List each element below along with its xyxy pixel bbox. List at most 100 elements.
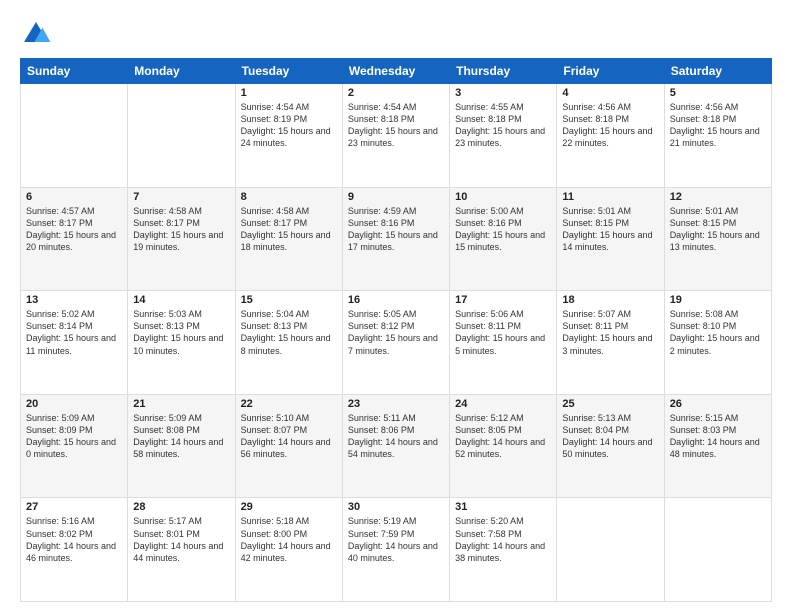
calendar-week-row: 1Sunrise: 4:54 AM Sunset: 8:19 PM Daylig…	[21, 84, 772, 188]
day-number: 20	[26, 398, 122, 410]
day-number: 13	[26, 294, 122, 306]
calendar-table: SundayMondayTuesdayWednesdayThursdayFrid…	[20, 58, 772, 602]
calendar-cell: 11Sunrise: 5:01 AM Sunset: 8:15 PM Dayli…	[557, 187, 664, 291]
cell-info: Sunrise: 5:10 AM Sunset: 8:07 PM Dayligh…	[241, 412, 337, 461]
cell-info: Sunrise: 5:17 AM Sunset: 8:01 PM Dayligh…	[133, 515, 229, 564]
day-number: 17	[455, 294, 551, 306]
cell-info: Sunrise: 4:58 AM Sunset: 8:17 PM Dayligh…	[133, 205, 229, 254]
cell-info: Sunrise: 5:08 AM Sunset: 8:10 PM Dayligh…	[670, 308, 766, 357]
cell-info: Sunrise: 5:18 AM Sunset: 8:00 PM Dayligh…	[241, 515, 337, 564]
cell-info: Sunrise: 4:59 AM Sunset: 8:16 PM Dayligh…	[348, 205, 444, 254]
calendar-cell: 14 Sunrise: 5:03 AM Sunset: 8:13 PM Dayli…	[128, 291, 235, 395]
cell-info: Sunrise: 4:57 AM Sunset: 8:17 PM Dayligh…	[26, 205, 122, 254]
calendar-week-row: 6 Sunrise: 4:57 AM Sunset: 8:17 PM Daylig…	[21, 187, 772, 291]
calendar-cell: 2 Sunrise: 4:54 AM Sunset: 8:18 PM Daylig…	[342, 84, 449, 188]
cell-info: Sunrise: 5:04 AM Sunset: 8:13 PM Dayligh…	[241, 308, 337, 357]
calendar-cell: 12 Sunrise: 5:01 AM Sunset: 8:15 PM Dayli…	[664, 187, 771, 291]
cell-info: Sunrise: 5:05 AM Sunset: 8:12 PM Dayligh…	[348, 308, 444, 357]
calendar-cell: 10 Sunrise: 5:00 AM Sunset: 8:16 PM Dayli…	[450, 187, 557, 291]
cell-info: Sunrise: 5:09 AM Sunset: 8:08 PM Dayligh…	[133, 412, 229, 461]
cell-info: Sunrise: 5:00 AM Sunset: 8:16 PM Dayligh…	[455, 205, 551, 254]
weekday-header-tuesday: Tuesday	[235, 59, 342, 84]
day-number: 18	[562, 294, 658, 306]
day-number: 16	[348, 294, 444, 306]
day-number: 31	[455, 501, 551, 513]
calendar-cell: 20 Sunrise: 5:09 AM Sunset: 8:09 PM Dayli…	[21, 394, 128, 498]
day-number: 15	[241, 294, 337, 306]
cell-info: Sunrise: 4:56 AM Sunset: 8:18 PM Dayligh…	[562, 101, 658, 150]
cell-info: Sunrise: 5:06 AM Sunset: 8:11 PM Dayligh…	[455, 308, 551, 357]
calendar-cell: 17 Sunrise: 5:06 AM Sunset: 8:11 PM Dayli…	[450, 291, 557, 395]
calendar-cell: 23 Sunrise: 5:11 AM Sunset: 8:06 PM Dayli…	[342, 394, 449, 498]
weekday-header-thursday: Thursday	[450, 59, 557, 84]
logo-icon	[20, 18, 52, 50]
day-number: 25	[562, 398, 658, 410]
calendar-cell: 25 Sunrise: 5:13 AM Sunset: 8:04 PM Dayli…	[557, 394, 664, 498]
calendar-week-row: 13Sunrise: 5:02 AM Sunset: 8:14 PM Dayli…	[21, 291, 772, 395]
calendar-cell: 24 Sunrise: 5:12 AM Sunset: 8:05 PM Dayli…	[450, 394, 557, 498]
day-number: 14	[133, 294, 229, 306]
day-number: 5	[670, 87, 766, 99]
day-number: 19	[670, 294, 766, 306]
weekday-header-monday: Monday	[128, 59, 235, 84]
calendar-cell: 8Sunrise: 4:58 AM Sunset: 8:17 PM Daylig…	[235, 187, 342, 291]
weekday-header-sunday: Sunday	[21, 59, 128, 84]
weekday-header-wednesday: Wednesday	[342, 59, 449, 84]
calendar-cell: 7 Sunrise: 4:58 AM Sunset: 8:17 PM Daylig…	[128, 187, 235, 291]
calendar-week-row: 27 Sunrise: 5:16 AM Sunset: 8:02 PM Dayli…	[21, 498, 772, 602]
calendar-cell: 4 Sunrise: 4:56 AM Sunset: 8:18 PM Daylig…	[557, 84, 664, 188]
header	[20, 18, 772, 50]
day-number: 23	[348, 398, 444, 410]
cell-info: Sunrise: 4:54 AM Sunset: 8:18 PM Dayligh…	[348, 101, 444, 150]
calendar-cell: 27 Sunrise: 5:16 AM Sunset: 8:02 PM Dayli…	[21, 498, 128, 602]
weekday-header-friday: Friday	[557, 59, 664, 84]
cell-info: Sunrise: 4:58 AM Sunset: 8:17 PM Dayligh…	[241, 205, 337, 254]
logo	[20, 18, 56, 50]
calendar-cell: 5 Sunrise: 4:56 AM Sunset: 8:18 PM Daylig…	[664, 84, 771, 188]
calendar-cell: 19 Sunrise: 5:08 AM Sunset: 8:10 PM Dayli…	[664, 291, 771, 395]
cell-info: Sunrise: 4:56 AM Sunset: 8:18 PM Dayligh…	[670, 101, 766, 150]
calendar-cell: 9 Sunrise: 4:59 AM Sunset: 8:16 PM Daylig…	[342, 187, 449, 291]
calendar-cell: 26Sunrise: 5:15 AM Sunset: 8:03 PM Dayli…	[664, 394, 771, 498]
cell-info: Sunrise: 5:12 AM Sunset: 8:05 PM Dayligh…	[455, 412, 551, 461]
day-number: 26	[670, 398, 766, 410]
page: SundayMondayTuesdayWednesdayThursdayFrid…	[0, 0, 792, 612]
cell-info: Sunrise: 5:01 AM Sunset: 8:15 PM Dayligh…	[562, 205, 658, 254]
calendar-cell	[128, 84, 235, 188]
day-number: 9	[348, 191, 444, 203]
day-number: 12	[670, 191, 766, 203]
calendar-cell: 21Sunrise: 5:09 AM Sunset: 8:08 PM Dayli…	[128, 394, 235, 498]
day-number: 24	[455, 398, 551, 410]
calendar-cell: 3Sunrise: 4:55 AM Sunset: 8:18 PM Daylig…	[450, 84, 557, 188]
cell-info: Sunrise: 5:03 AM Sunset: 8:13 PM Dayligh…	[133, 308, 229, 357]
weekday-header-saturday: Saturday	[664, 59, 771, 84]
day-number: 2	[348, 87, 444, 99]
calendar-cell: 6 Sunrise: 4:57 AM Sunset: 8:17 PM Daylig…	[21, 187, 128, 291]
cell-info: Sunrise: 5:16 AM Sunset: 8:02 PM Dayligh…	[26, 515, 122, 564]
cell-info: Sunrise: 5:19 AM Sunset: 7:59 PM Dayligh…	[348, 515, 444, 564]
day-number: 22	[241, 398, 337, 410]
day-number: 6	[26, 191, 122, 203]
calendar-cell: 31Sunrise: 5:20 AM Sunset: 7:58 PM Dayli…	[450, 498, 557, 602]
day-number: 10	[455, 191, 551, 203]
day-number: 28	[133, 501, 229, 513]
day-number: 4	[562, 87, 658, 99]
calendar-cell: 1Sunrise: 4:54 AM Sunset: 8:19 PM Daylig…	[235, 84, 342, 188]
cell-info: Sunrise: 5:09 AM Sunset: 8:09 PM Dayligh…	[26, 412, 122, 461]
calendar-cell: 29Sunrise: 5:18 AM Sunset: 8:00 PM Dayli…	[235, 498, 342, 602]
calendar-cell: 30Sunrise: 5:19 AM Sunset: 7:59 PM Dayli…	[342, 498, 449, 602]
day-number: 1	[241, 87, 337, 99]
calendar-week-row: 20 Sunrise: 5:09 AM Sunset: 8:09 PM Dayli…	[21, 394, 772, 498]
cell-info: Sunrise: 5:11 AM Sunset: 8:06 PM Dayligh…	[348, 412, 444, 461]
day-number: 7	[133, 191, 229, 203]
day-number: 3	[455, 87, 551, 99]
calendar-cell: 28 Sunrise: 5:17 AM Sunset: 8:01 PM Dayli…	[128, 498, 235, 602]
calendar-cell: 22 Sunrise: 5:10 AM Sunset: 8:07 PM Dayli…	[235, 394, 342, 498]
calendar-cell: 18 Sunrise: 5:07 AM Sunset: 8:11 PM Dayli…	[557, 291, 664, 395]
cell-info: Sunrise: 5:07 AM Sunset: 8:11 PM Dayligh…	[562, 308, 658, 357]
calendar-cell	[21, 84, 128, 188]
day-number: 27	[26, 501, 122, 513]
cell-info: Sunrise: 5:01 AM Sunset: 8:15 PM Dayligh…	[670, 205, 766, 254]
calendar-cell	[557, 498, 664, 602]
cell-info: Sunrise: 5:13 AM Sunset: 8:04 PM Dayligh…	[562, 412, 658, 461]
